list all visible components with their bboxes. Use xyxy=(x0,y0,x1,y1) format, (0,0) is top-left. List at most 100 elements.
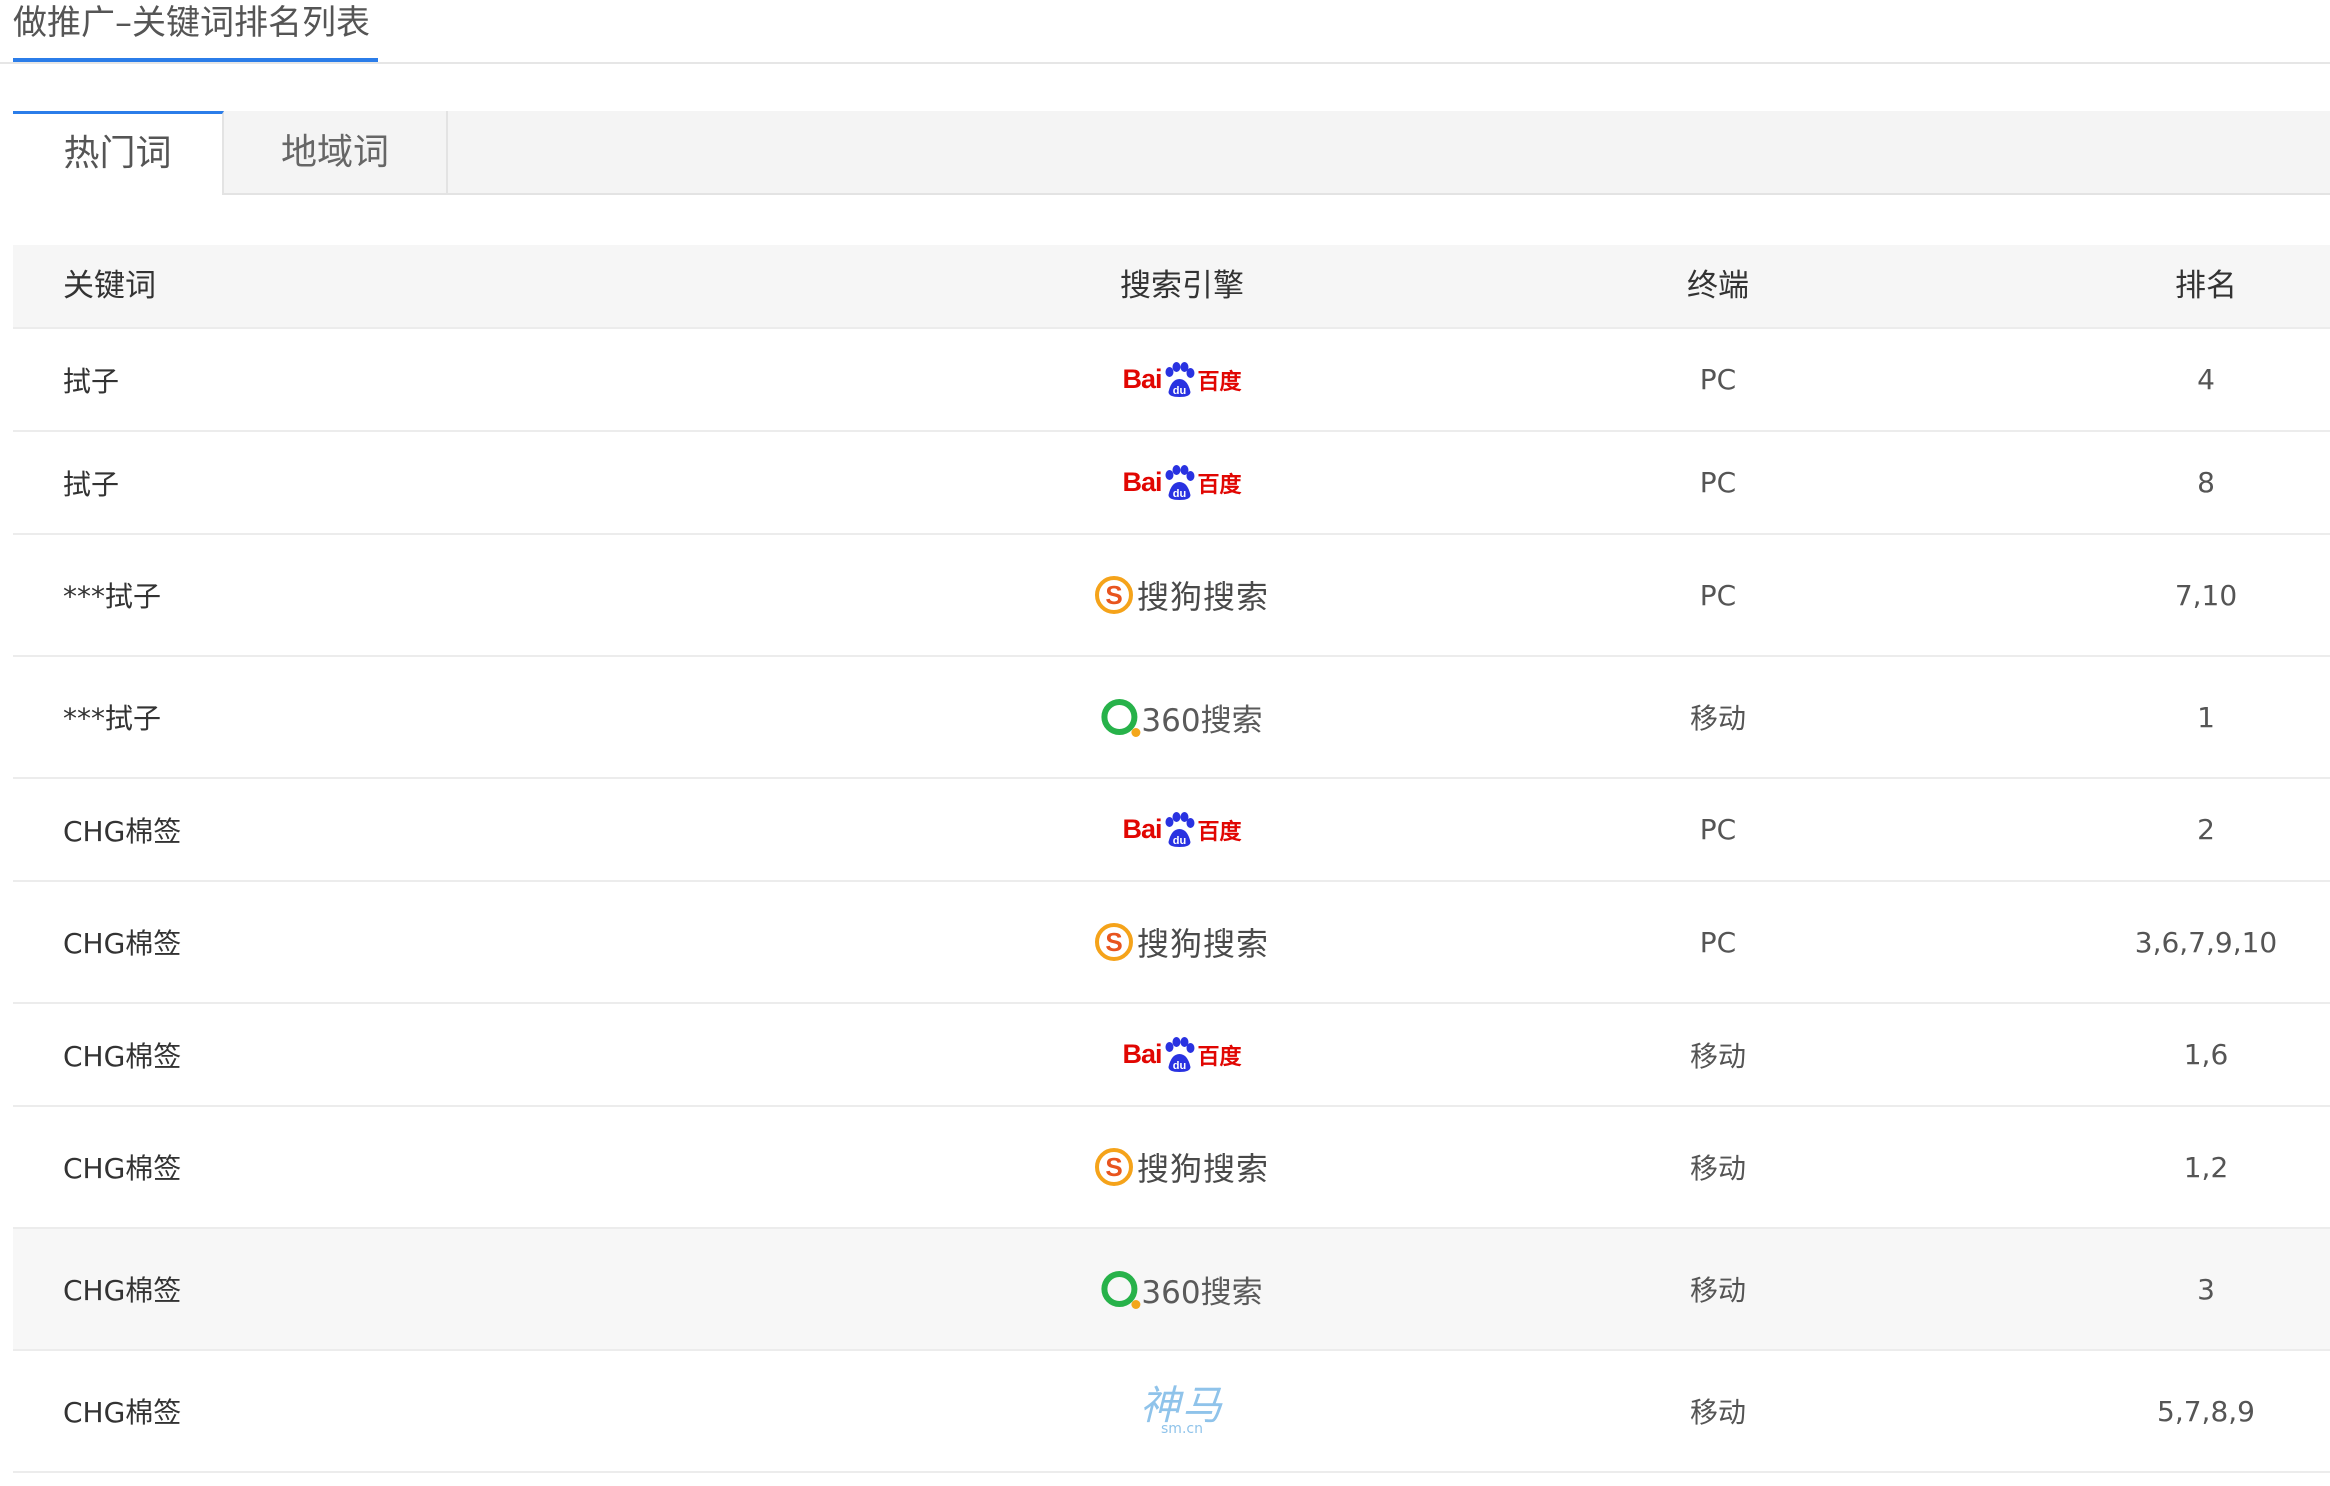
baidu-logo-cn: 百度 xyxy=(1197,1044,1242,1070)
terminal-cell: 移动 xyxy=(1689,1039,1747,1073)
tab-strip: 热门词 地域词 xyxy=(13,111,2330,195)
engine-cell: S 搜狗搜索 xyxy=(1094,1107,1270,1227)
tab-hot-words[interactable]: 热门词 xyxy=(13,111,224,195)
engine-cell: S 搜狗搜索 xyxy=(1094,535,1270,655)
keyword-cell: CHG棉签 xyxy=(63,814,182,848)
keyword-cell: CHG棉签 xyxy=(63,927,182,960)
table-row: CHG棉签 Bai du 百度 移动 1,6 xyxy=(13,1004,2330,1107)
keyword-cell: CHG棉签 xyxy=(63,1152,182,1185)
header-terminal: 终端 xyxy=(1687,268,1749,304)
table-row: CHG棉签 神马 sm.cn 移动 5,7,8,9 xyxy=(13,1351,2330,1473)
table-row: CHG棉签 360搜索 移动 3 xyxy=(13,1229,2330,1351)
baidu-logo-latin: Bai xyxy=(1122,364,1162,394)
baidu-paw-text: du xyxy=(1173,488,1186,500)
baidu-logo: Bai du 百度 xyxy=(1122,350,1242,410)
engine-cell: 360搜索 xyxy=(1101,657,1263,777)
keyword-cell: ***拭子 xyxy=(63,702,162,735)
terminal-cell: 移动 xyxy=(1689,1152,1747,1185)
baidu-paw-text: du xyxy=(1173,1060,1186,1072)
keyword-cell: CHG棉签 xyxy=(63,1039,182,1073)
baidu-logo-latin: Bai xyxy=(1122,814,1162,844)
table-header: 关键词 搜索引擎 终端 排名 xyxy=(13,245,2330,329)
rank-cell: 2 xyxy=(2197,813,2215,846)
table-row: 拭子 Bai du 百度 PC 8 xyxy=(13,432,2330,535)
sogou-logo-text: 搜狗搜索 xyxy=(1136,1150,1270,1188)
baidu-logo: Bai du 百度 xyxy=(1122,800,1242,860)
terminal-cell: PC xyxy=(1699,813,1737,846)
rank-cell: 1,6 xyxy=(2183,1038,2229,1071)
baidu-paw-icon: du xyxy=(1165,464,1195,500)
360-logo-text: 360搜索 xyxy=(1141,1274,1263,1311)
keyword-cell: CHG棉签 xyxy=(63,1396,182,1429)
baidu-paw-icon: du xyxy=(1165,811,1195,847)
page-header: 做推广–关键词排名列表 xyxy=(0,0,2330,64)
baidu-logo-latin: Bai xyxy=(1122,467,1162,497)
360-logo: 360搜索 xyxy=(1101,687,1263,747)
sogou-logo-text: 搜狗搜索 xyxy=(1136,925,1270,963)
terminal-cell: 移动 xyxy=(1689,702,1747,735)
table-row: 拭子 Bai du 百度 PC 4 xyxy=(13,329,2330,432)
engine-cell: 360搜索 xyxy=(1101,1229,1263,1349)
page-title: 做推广–关键词排名列表 xyxy=(13,0,378,62)
rank-cell: 1 xyxy=(2197,700,2215,734)
table-row: CHG棉签 S 搜狗搜索 PC 3,6,7,9,10 xyxy=(13,882,2330,1004)
sogou-logo-text: 搜狗搜索 xyxy=(1136,578,1270,616)
header-search-engine: 搜索引擎 xyxy=(1120,268,1244,304)
baidu-paw-icon: du xyxy=(1165,1036,1195,1072)
keyword-cell: 拭子 xyxy=(63,467,120,501)
baidu-logo-cn: 百度 xyxy=(1197,472,1242,498)
table-row: CHG棉签 Bai du 百度 PC 2 xyxy=(13,779,2330,882)
360-ring-icon xyxy=(1101,1271,1141,1309)
engine-cell: S 搜狗搜索 xyxy=(1094,882,1270,1002)
baidu-logo: Bai du 百度 xyxy=(1122,453,1242,513)
shenma-logo-text: 神马 xyxy=(1140,1383,1224,1429)
rank-cell: 1,2 xyxy=(2183,1150,2229,1184)
table-row: CHG棉签 S 搜狗搜索 移动 1,2 xyxy=(13,1107,2330,1229)
terminal-cell: 移动 xyxy=(1689,1274,1747,1307)
sogou-logo: S 搜狗搜索 xyxy=(1094,912,1270,972)
keyword-cell: 拭子 xyxy=(63,364,120,398)
sogou-s-icon: S xyxy=(1094,576,1133,614)
engine-cell: Bai du 百度 xyxy=(1122,432,1242,533)
terminal-cell: PC xyxy=(1699,578,1737,612)
sogou-logo: S 搜狗搜索 xyxy=(1094,1137,1270,1197)
ranking-table: 关键词 搜索引擎 终端 排名 拭子 Bai du 百度 PC 4 拭子 Bai du 百度 PC 8 *… xyxy=(13,245,2330,1473)
baidu-paw-text: du xyxy=(1173,385,1186,397)
baidu-paw-text: du xyxy=(1173,835,1186,847)
baidu-logo-latin: Bai xyxy=(1122,1039,1162,1069)
table-body: 拭子 Bai du 百度 PC 4 拭子 Bai du 百度 PC 8 ***拭子 S 搜狗搜索 PC 7,10… xyxy=(13,329,2330,1473)
engine-cell: Bai du 百度 xyxy=(1122,329,1242,430)
baidu-logo-cn: 百度 xyxy=(1197,369,1242,395)
keyword-cell: ***拭子 xyxy=(63,580,162,613)
keyword-ranking-page: 做推广–关键词排名列表 热门词 地域词 关键词 搜索引擎 终端 排名 拭子 Bai… xyxy=(0,0,2330,1486)
360-logo-text: 360搜索 xyxy=(1141,702,1263,739)
engine-cell: 神马 sm.cn xyxy=(1140,1351,1224,1471)
rank-cell: 7,10 xyxy=(2174,578,2238,612)
tab-regional-words[interactable]: 地域词 xyxy=(224,111,448,195)
header-keyword: 关键词 xyxy=(63,268,156,304)
rank-cell: 3,6,7,9,10 xyxy=(2134,925,2278,959)
engine-cell: Bai du 百度 xyxy=(1122,779,1242,880)
table-row: ***拭子 S 搜狗搜索 PC 7,10 xyxy=(13,535,2330,657)
rank-cell: 5,7,8,9 xyxy=(2157,1394,2255,1428)
table-row: ***拭子 360搜索 移动 1 xyxy=(13,657,2330,779)
sogou-s-icon: S xyxy=(1094,923,1133,961)
terminal-cell: PC xyxy=(1699,925,1737,959)
360-ring-icon xyxy=(1101,699,1141,737)
keyword-cell: CHG棉签 xyxy=(63,1274,182,1307)
terminal-cell: PC xyxy=(1699,466,1737,499)
terminal-cell: PC xyxy=(1699,363,1737,396)
360-logo: 360搜索 xyxy=(1101,1259,1263,1319)
rank-cell: 3 xyxy=(2197,1272,2215,1306)
shenma-logo: 神马 sm.cn xyxy=(1140,1381,1224,1441)
rank-cell: 8 xyxy=(2197,466,2215,499)
engine-cell: Bai du 百度 xyxy=(1122,1004,1242,1105)
rank-cell: 4 xyxy=(2197,363,2215,396)
header-rank: 排名 xyxy=(2175,268,2237,304)
baidu-paw-icon: du xyxy=(1165,361,1195,397)
terminal-cell: 移动 xyxy=(1689,1396,1747,1429)
sogou-logo: S 搜狗搜索 xyxy=(1094,565,1270,625)
shenma-logo-domain: sm.cn xyxy=(1161,1421,1203,1437)
baidu-logo-cn: 百度 xyxy=(1197,819,1242,845)
sogou-s-icon: S xyxy=(1094,1148,1133,1186)
